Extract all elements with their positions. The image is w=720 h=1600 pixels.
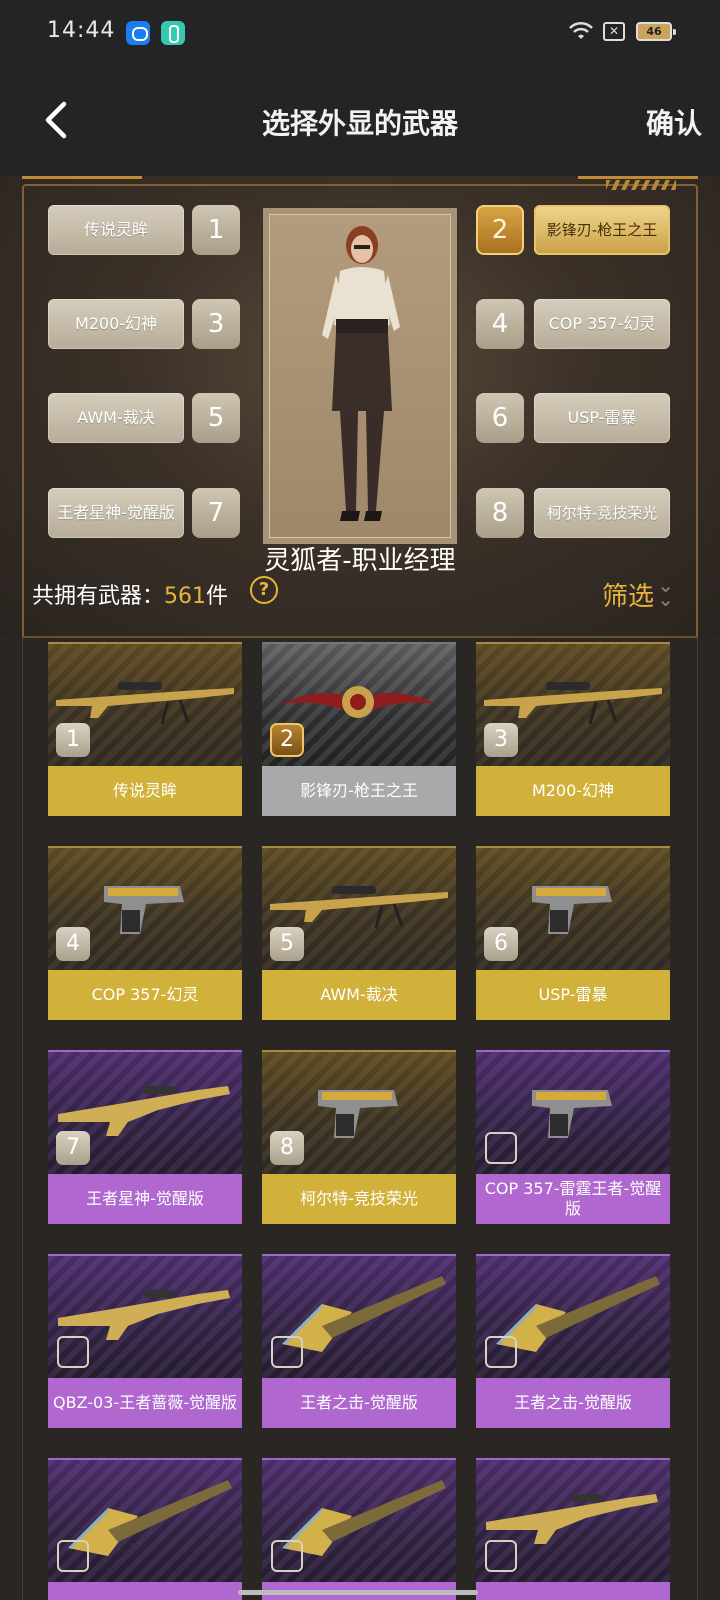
slot-8-number[interactable]: 8 <box>476 488 524 538</box>
weapon-card[interactable]: 8 柯尔特-竞技荣光 <box>262 1050 456 1224</box>
weapon-card[interactable]: 3 M200-幻神 <box>476 642 670 816</box>
app-header: 选择外显的武器 确认 <box>0 64 720 176</box>
weapon-card[interactable]: 2 影锋刃-枪王之王 <box>262 642 456 816</box>
weapon-grid: 1 传说灵眸 2 影锋刃-枪王之王 3 M200-幻神 4 COP 357-幻灵 5 AWM-裁决… <box>0 636 720 1600</box>
grid-divider <box>22 636 698 638</box>
slot-5-label[interactable]: AWM-裁决 <box>48 393 184 443</box>
slot-3-number[interactable]: 3 <box>192 299 240 349</box>
owned-count: 561 <box>164 584 207 609</box>
weapon-name: USP-雷暴 <box>476 970 670 1020</box>
weapon-card[interactable]: COP 357-雷霆王者-觉醒版 <box>476 1050 670 1224</box>
character-figure-icon <box>322 226 400 521</box>
slot-1-label[interactable]: 传说灵眸 <box>48 205 184 255</box>
confirm-button[interactable]: 确认 <box>646 102 702 142</box>
weapon-card[interactable]: 王者之击-觉醒版 <box>262 1254 456 1428</box>
slot-badge: 4 <box>56 927 90 961</box>
weapon-card[interactable]: 1 传说灵眸 <box>48 642 242 816</box>
weapon-name: 影锋刃-枪王之王 <box>262 766 456 816</box>
character-portrait <box>261 206 459 546</box>
weapon-card[interactable] <box>476 1458 670 1600</box>
owned-unit: 件 <box>206 584 229 609</box>
weapon-card[interactable]: QBZ-03-王者蔷薇-觉醒版 <box>48 1254 242 1428</box>
loadout-showcase: 传说灵眸 1 M200-幻神 3 AWM-裁决 5 王者星神-觉醒版 7 2 影… <box>0 176 720 804</box>
wifi-icon <box>569 21 593 39</box>
filter-button[interactable]: 筛选 <box>602 576 654 613</box>
no-sim-icon: ✕ <box>603 22 625 41</box>
chevron-double-down-icon[interactable]: ⌄ ⌄ <box>657 575 674 609</box>
slot-6-label[interactable]: USP-雷暴 <box>534 393 670 443</box>
slot-badge: 7 <box>56 1131 90 1165</box>
status-time: 14:44 <box>47 18 116 43</box>
app-notification-icon-2 <box>161 21 185 45</box>
frame-stripes <box>606 180 676 190</box>
slot-1-number[interactable]: 1 <box>192 205 240 255</box>
weapon-name: COP 357-雷霆王者-觉醒版 <box>476 1174 670 1224</box>
weapon-card[interactable] <box>262 1458 456 1600</box>
weapon-name: QBZ-03-王者蔷薇-觉醒版 <box>48 1378 242 1428</box>
select-checkbox[interactable] <box>485 1132 517 1164</box>
weapon-card[interactable]: 7 王者星神-觉醒版 <box>48 1050 242 1224</box>
select-checkbox[interactable] <box>57 1540 89 1572</box>
home-indicator[interactable] <box>238 1590 478 1595</box>
weapon-name: 王者星神-觉醒版 <box>48 1174 242 1224</box>
slot-badge: 5 <box>270 927 304 961</box>
slot-badge: 3 <box>484 723 518 757</box>
slot-badge: 2 <box>270 723 304 757</box>
weapon-name: M200-幻神 <box>476 766 670 816</box>
weapon-name: AWM-裁决 <box>262 970 456 1020</box>
slot-8-label[interactable]: 柯尔特-竞技荣光 <box>534 488 670 538</box>
select-checkbox[interactable] <box>57 1336 89 1368</box>
weapon-card[interactable]: 王者之击-觉醒版 <box>476 1254 670 1428</box>
help-icon[interactable]: ? <box>250 576 278 604</box>
slot-badge: 1 <box>56 723 90 757</box>
slot-4-label[interactable]: COP 357-幻灵 <box>534 299 670 349</box>
weapon-name <box>476 1582 670 1600</box>
portrait-frame <box>269 214 451 538</box>
owned-label: 共拥有武器： <box>32 584 165 609</box>
weapon-name <box>48 1582 242 1600</box>
slot-5-number[interactable]: 5 <box>192 393 240 443</box>
app-notification-icon <box>126 21 150 45</box>
slot-2-number[interactable]: 2 <box>476 205 524 255</box>
weapon-card[interactable]: 5 AWM-裁决 <box>262 846 456 1020</box>
weapon-name: 传说灵眸 <box>48 766 242 816</box>
status-bar: 14:44 ✕ 46 <box>0 0 720 64</box>
slot-badge: 6 <box>484 927 518 961</box>
select-checkbox[interactable] <box>271 1336 303 1368</box>
slot-7-label[interactable]: 王者星神-觉醒版 <box>48 488 184 538</box>
character-name: 灵狐者-职业经理 <box>264 546 456 576</box>
slot-3-label[interactable]: M200-幻神 <box>48 299 184 349</box>
slot-2-label[interactable]: 影锋刃-枪王之王 <box>534 205 670 255</box>
weapon-name: COP 357-幻灵 <box>48 970 242 1020</box>
page-title: 选择外显的武器 <box>261 107 458 140</box>
slot-7-number[interactable]: 7 <box>192 488 240 538</box>
weapon-name: 柯尔特-竞技荣光 <box>262 1174 456 1224</box>
select-checkbox[interactable] <box>271 1540 303 1572</box>
slot-6-number[interactable]: 6 <box>476 393 524 443</box>
weapon-name: 王者之击-觉醒版 <box>476 1378 670 1428</box>
weapon-card[interactable]: 6 USP-雷暴 <box>476 846 670 1020</box>
select-checkbox[interactable] <box>485 1336 517 1368</box>
weapon-card[interactable] <box>48 1458 242 1600</box>
frame-accent <box>22 176 142 190</box>
owned-weapons-summary: 共拥有武器：561件 <box>32 578 228 610</box>
weapon-card[interactable]: 4 COP 357-幻灵 <box>48 846 242 1020</box>
weapon-name: 王者之击-觉醒版 <box>262 1378 456 1428</box>
slot-4-number[interactable]: 4 <box>476 299 524 349</box>
slot-badge: 8 <box>270 1131 304 1165</box>
select-checkbox[interactable] <box>485 1540 517 1572</box>
battery-icon: 46 <box>636 22 676 41</box>
